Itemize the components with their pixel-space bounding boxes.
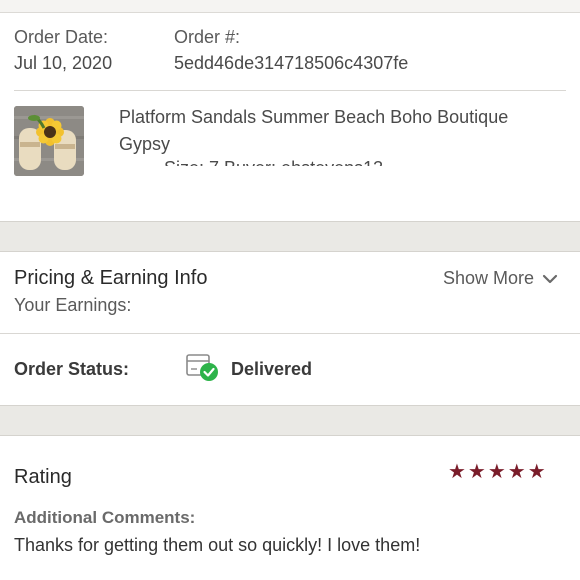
item-thumbnail[interactable]	[14, 106, 84, 176]
header-divider	[14, 90, 566, 91]
your-earnings-label: Your Earnings:	[14, 295, 132, 315]
order-status-label: Order Status:	[14, 359, 130, 379]
rating-stars: ★★★★★	[448, 461, 548, 483]
item-title-line1[interactable]: Platform Sandals Summer Beach Boho Bouti…	[119, 104, 508, 131]
order-number-value: 5edd46de314718506c4307fe	[174, 53, 409, 73]
order-number-label: Order #:	[174, 27, 241, 47]
pricing-title: Pricing & Earning Info	[14, 267, 208, 289]
pricing-divider	[0, 333, 580, 334]
section-separator	[0, 405, 580, 436]
show-more-label: Show More	[442, 268, 534, 288]
show-more-button[interactable]: Show More	[443, 268, 558, 289]
top-bar	[0, 0, 580, 13]
redacted-area	[84, 166, 508, 210]
section-separator	[0, 221, 580, 252]
additional-comments-text: Thanks for getting them out so quickly! …	[14, 535, 421, 555]
item-title-line2[interactable]: Gypsy	[119, 131, 170, 158]
sandals-image-icon	[14, 106, 84, 176]
chevron-down-icon	[542, 274, 558, 283]
order-date-value: Jul 10, 2020	[14, 53, 113, 73]
rating-title: Rating	[14, 466, 72, 488]
additional-comments-label: Additional Comments:	[14, 508, 196, 527]
order-date-label: Order Date:	[14, 27, 109, 47]
package-delivered-icon	[185, 352, 221, 382]
order-status-value: Delivered	[231, 359, 313, 379]
